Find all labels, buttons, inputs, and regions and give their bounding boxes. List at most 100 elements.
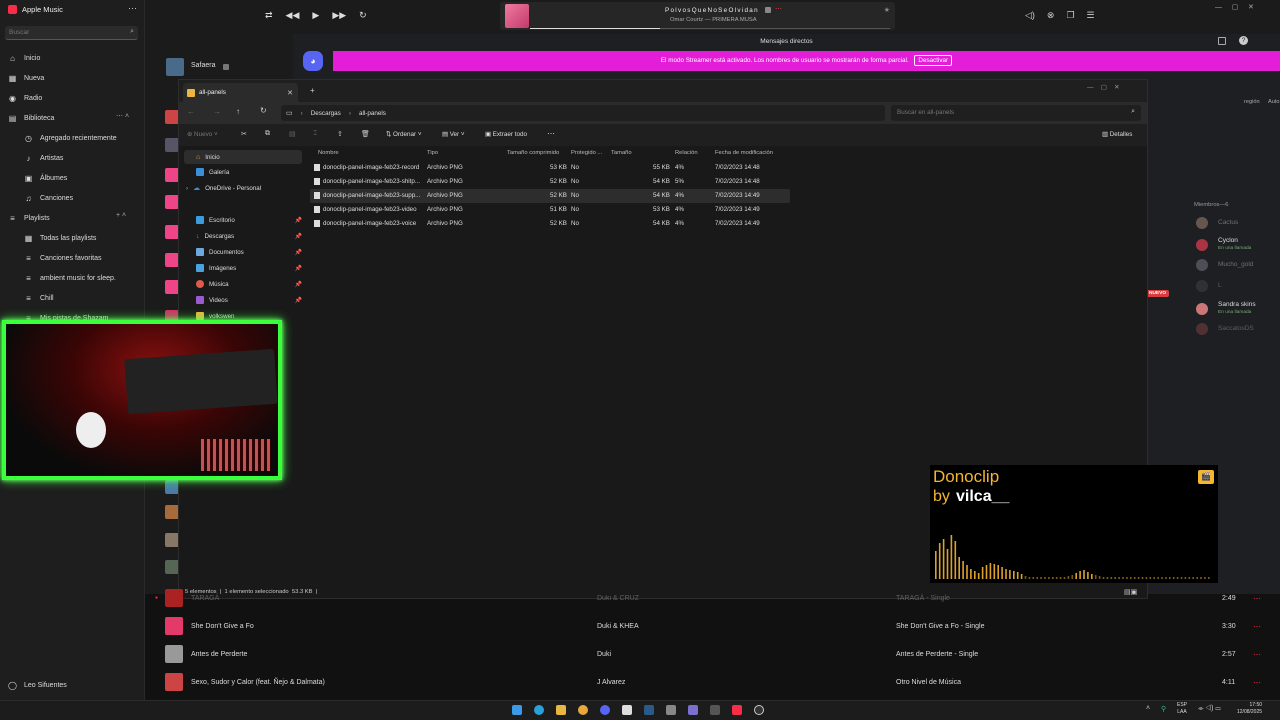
song-more-icon[interactable]: ⋯ — [1253, 650, 1261, 659]
album-thumb[interactable] — [165, 253, 179, 267]
view-button[interactable]: ▤ Ver ˅ — [442, 131, 465, 138]
member-item[interactable]: Sandra skins En una llamada — [1196, 300, 1276, 318]
previous-icon[interactable]: ◀◀ — [286, 10, 300, 21]
share-icon[interactable]: ⇪ — [337, 130, 343, 138]
song-row[interactable]: Sexo, Sudor y Calor (feat. Ñejo & Dalmat… — [150, 668, 1280, 696]
pin-icon[interactable]: 📌 — [295, 249, 302, 256]
search-input[interactable]: ⌕ — [5, 26, 138, 40]
file-row-selected[interactable]: donoclip-panel-image-feb23-supp... Archi… — [310, 189, 790, 203]
copy-icon[interactable]: ⧉ — [265, 130, 270, 138]
album-thumb[interactable] — [165, 533, 179, 547]
discord-server-icon[interactable]: ◕ — [303, 51, 323, 71]
song-more-icon[interactable]: ⋯ — [1253, 594, 1261, 603]
album-thumb[interactable] — [165, 560, 179, 574]
teams-icon[interactable] — [688, 705, 698, 715]
next-icon[interactable]: ▶▶ — [332, 10, 346, 21]
file-row[interactable]: donoclip-panel-image-feb23-shitp... Arch… — [310, 175, 790, 189]
sidebar-section-playlists[interactable]: ≡ Playlists — [8, 211, 50, 225]
sidebar-item-artists[interactable]: ♪ Artistas — [24, 151, 64, 165]
member-item[interactable]: L — [1196, 280, 1276, 292]
tray-icon[interactable]: ⚲ — [1161, 705, 1166, 713]
album-thumb[interactable] — [165, 280, 179, 294]
track-options-icon[interactable]: ⋯ — [775, 5, 782, 13]
file-row[interactable]: donoclip-panel-image-feb23-voice Archivo… — [310, 217, 790, 231]
user-account[interactable]: ◯ Leo Sifuentes — [8, 678, 67, 692]
song-row[interactable]: She Don't Give a Fo Duki & KHEA She Don'… — [150, 612, 1280, 640]
rename-icon[interactable]: ⌶ — [313, 130, 317, 138]
explorer-search-input[interactable] — [891, 105, 1111, 120]
member-item[interactable]: Mucho_gold — [1196, 259, 1276, 271]
breadcrumb-item[interactable]: Descargas — [311, 110, 341, 117]
nav-item-documentos[interactable]: Documentos 📌 — [184, 245, 302, 259]
progress-bar[interactable] — [530, 28, 890, 29]
song-more-icon[interactable]: ⋯ — [1253, 678, 1261, 687]
nav-item-descargas[interactable]: ↓ Descargas 📌 — [184, 229, 302, 243]
deactivate-button[interactable]: Desactivar — [914, 55, 953, 66]
add-playlist-icon[interactable]: + ˄ — [116, 212, 126, 219]
sidebar-item-nueva[interactable]: ▦ Nueva — [8, 71, 45, 85]
search-field[interactable] — [5, 26, 115, 39]
nav-item-videos[interactable]: Videos 📌 — [184, 293, 302, 307]
breadcrumb-item[interactable]: all-panels — [359, 110, 386, 117]
lyrics-icon[interactable]: ❐ — [1066, 10, 1074, 21]
start-icon[interactable] — [512, 705, 522, 715]
up-icon[interactable]: ↑ — [236, 107, 240, 116]
paste-icon[interactable]: ▤ — [289, 130, 296, 138]
window-controls[interactable]: — ▢ ✕ — [1087, 83, 1120, 91]
queue-icon[interactable]: ☰ — [1087, 10, 1095, 21]
system-tray-icons[interactable]: ⌯ ◁) ▭ — [1198, 705, 1221, 713]
nav-item-inicio[interactable]: ⌂ Inicio — [184, 150, 302, 164]
details-button[interactable]: ▥ Detalles — [1102, 131, 1132, 138]
member-item[interactable]: Cactus — [1196, 217, 1276, 229]
new-tab-icon[interactable]: + — [310, 86, 315, 95]
music-app-icon[interactable] — [732, 705, 742, 715]
album-thumb[interactable] — [165, 480, 179, 494]
repeat-icon[interactable]: ↻ — [359, 10, 367, 21]
album-thumb[interactable] — [165, 168, 179, 182]
column-header-type[interactable]: Tipo — [427, 150, 438, 156]
member-item[interactable]: Cyclon En una llamada — [1196, 236, 1276, 254]
discord-icon[interactable] — [600, 705, 610, 715]
song-row[interactable]: Antes de Perderte Duki Antes de Perderte… — [150, 640, 1280, 668]
app-icon[interactable] — [666, 705, 676, 715]
sidebar-item-ambient[interactable]: ≡ ambient music for sleep. — [24, 271, 116, 285]
sidebar-item-recent[interactable]: ◷ Agregado recientemente — [24, 131, 117, 145]
language-indicator[interactable]: ESP LAA — [1177, 702, 1187, 716]
song-row[interactable]: ● TARAGÁ Duki & CRUZ TARAGÁ - Single 2:4… — [150, 584, 1280, 612]
nav-item-galeria[interactable]: Galería — [184, 165, 302, 179]
app-icon[interactable] — [710, 705, 720, 715]
pin-icon[interactable]: 📌 — [295, 281, 302, 288]
sidebar-item-inicio[interactable]: ⌂ Inicio — [8, 51, 40, 65]
album-thumb[interactable] — [165, 225, 179, 239]
library-more-icon[interactable]: ⋯ ˄ — [116, 112, 129, 120]
tray-chevron-icon[interactable]: ˄ — [1146, 705, 1150, 712]
nav-item-escritorio[interactable]: Escritorio 📌 — [184, 213, 302, 227]
chrome-icon[interactable] — [578, 705, 588, 715]
nav-item-onedrive[interactable]: › ☁ OneDrive - Personal — [184, 181, 302, 195]
menu-icon[interactable]: ⋯ — [128, 3, 137, 14]
airplay-icon[interactable]: ⊗ — [1047, 10, 1055, 21]
pin-icon[interactable]: 📌 — [295, 265, 302, 272]
column-header-ratio[interactable]: Relación — [675, 150, 698, 156]
edge-icon[interactable] — [534, 705, 544, 715]
sidebar-item-all-playlists[interactable]: ▦ Todas las playlists — [24, 231, 97, 245]
sidebar-item-albums[interactable]: ▣ Álbumes — [24, 171, 68, 185]
close-tab-icon[interactable]: ✕ — [287, 89, 293, 97]
new-button[interactable]: ⊕ Nuevo ˅ — [187, 131, 218, 138]
album-thumb[interactable] — [166, 58, 184, 76]
clock[interactable]: 17:50 12/08/2025 — [1237, 702, 1262, 716]
store-icon[interactable] — [622, 705, 632, 715]
inbox-icon[interactable] — [1218, 37, 1226, 45]
column-header-name[interactable]: Nombre — [318, 150, 339, 156]
sidebar-section-biblioteca[interactable]: ▤ Biblioteca — [8, 111, 55, 125]
member-item[interactable]: SaccatosDS — [1196, 323, 1276, 335]
delete-icon[interactable]: 🗑 — [361, 130, 370, 138]
file-row[interactable]: donoclip-panel-image-feb23-record Archiv… — [310, 161, 790, 175]
play-icon[interactable]: ▶ — [312, 10, 319, 21]
pin-icon[interactable]: 📌 — [295, 297, 302, 304]
favorite-icon[interactable]: ★ — [884, 6, 890, 14]
help-icon[interactable]: ? — [1239, 36, 1248, 45]
column-header-protected[interactable]: Protegido ... — [571, 150, 602, 156]
sidebar-item-favorites[interactable]: ≡ Canciones favoritas — [24, 251, 101, 265]
pin-icon[interactable]: 📌 — [295, 217, 302, 224]
